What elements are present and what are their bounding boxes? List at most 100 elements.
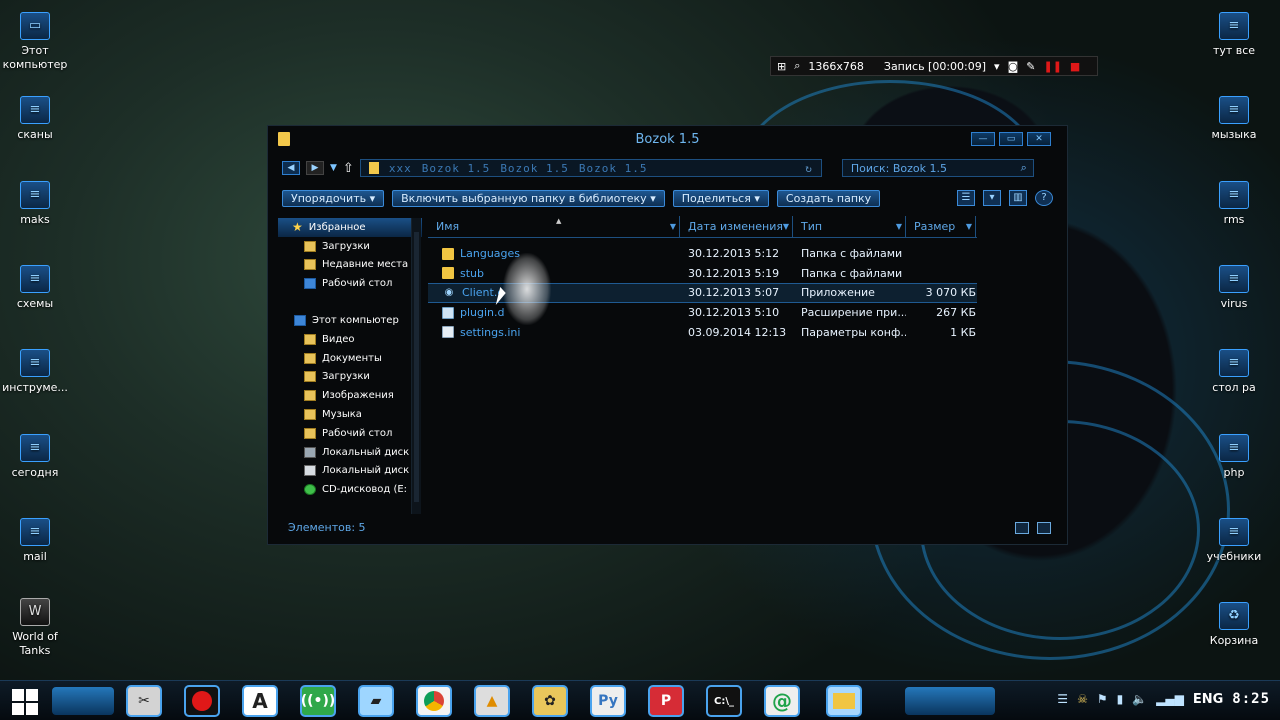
preview-pane-icon[interactable]: ▥ (1009, 190, 1027, 206)
nav-documents[interactable]: Документы (278, 349, 422, 368)
tray-skull-icon[interactable]: ☠ (1077, 692, 1088, 706)
file-type: Расширение при... (801, 306, 906, 320)
language-indicator[interactable]: ENG (1193, 692, 1223, 707)
column-type[interactable]: Тип ▼ (793, 216, 906, 237)
chevron-down-icon[interactable]: ▼ (670, 216, 676, 238)
include-library-button[interactable]: Включить выбранную папку в библиотеку ▾ (392, 189, 665, 207)
view-options-icon[interactable]: ☰ (957, 190, 975, 206)
back-button[interactable]: ◀ (282, 161, 300, 175)
taskbar-app-pinterest-icon[interactable]: P (648, 685, 684, 717)
details-view-icon[interactable] (1015, 522, 1029, 534)
volume-icon[interactable]: 🔈 (1132, 692, 1147, 706)
close-button[interactable]: ✕ (1027, 132, 1051, 146)
file-name: plugin.d (460, 306, 505, 320)
desktop-icon-php[interactable]: ≡ php (1196, 434, 1272, 480)
maximize-button[interactable]: ▭ (999, 132, 1023, 146)
move-icon[interactable]: ⊞ (777, 60, 786, 73)
up-arrow-icon[interactable]: ⇧ (343, 161, 354, 176)
flag-icon[interactable]: ⚑ (1097, 692, 1108, 706)
breadcrumb[interactable]: Bozok 1.5 (422, 162, 491, 175)
sort-arrow-icon: ▲ (556, 217, 562, 225)
table-row[interactable]: settings.ini 03.09.2014 12:13 Параметры … (428, 322, 977, 342)
taskbar-app-snipping-icon[interactable]: ✂ (126, 685, 162, 717)
nav-pc-downloads[interactable]: Загрузки (278, 368, 422, 387)
battery-icon[interactable]: ▮ (1117, 692, 1124, 706)
chevron-down-icon[interactable]: ▾ (994, 60, 1000, 73)
folder-icon: ≡ (1219, 349, 1249, 377)
address-bar[interactable]: xxx Bozok 1.5 Bozok 1.5 Bozok 1.5 ↻ (359, 159, 822, 177)
tray-menu-icon[interactable]: ☰ (1057, 692, 1068, 706)
desktop-icon-virus[interactable]: ≡ virus (1196, 265, 1272, 311)
large-icons-view-icon[interactable] (1037, 522, 1051, 534)
desktop-icon-scans[interactable]: ≡ сканы (0, 96, 73, 142)
taskbar-app-cmd-icon[interactable]: C:\_ (706, 685, 742, 717)
forward-button[interactable]: ▶ (306, 161, 324, 175)
nav-local-disk-c[interactable]: Локальный диск ( (278, 443, 422, 462)
nav-pictures[interactable]: Изображения (278, 386, 422, 405)
nav-favorites[interactable]: ★ Избранное (278, 218, 422, 237)
desktop-icon-tools[interactable]: ≡ инструме... (0, 349, 73, 395)
nav-recent-places[interactable]: Недавние места (278, 256, 422, 275)
taskbar-app-mail-agent-icon[interactable]: @ (764, 685, 800, 717)
new-folder-button[interactable]: Создать папку (776, 189, 881, 207)
organize-button[interactable]: Упорядочить ▾ (282, 189, 385, 207)
taskbar-app-avast-icon[interactable]: ▲ (474, 685, 510, 717)
share-button[interactable]: Поделиться ▾ (672, 189, 769, 207)
nav-desktop[interactable]: Рабочий стол (278, 274, 422, 293)
chevron-down-icon[interactable]: ▼ (896, 216, 902, 238)
taskbar-app-explorer-icon[interactable] (826, 685, 862, 717)
desktop-icon-today[interactable]: ≡ сегодня (0, 434, 73, 480)
column-size[interactable]: Размер ▼ (906, 216, 976, 237)
taskbar-app-filezilla-icon[interactable]: ✿ (532, 685, 568, 717)
nav-downloads[interactable]: Загрузки (278, 237, 422, 256)
taskbar-app-recorder-icon[interactable] (184, 685, 220, 717)
chevron-down-icon[interactable]: ▼ (783, 216, 789, 238)
nav-local-disk-d[interactable]: Локальный диск ( (278, 462, 422, 481)
pen-icon[interactable]: ✎ (1026, 60, 1035, 73)
desktop-icon-all-here[interactable]: ≡ тут все (1196, 12, 1272, 58)
breadcrumb[interactable]: Bozok 1.5 (500, 162, 569, 175)
pause-icon[interactable]: ❚❚ (1043, 60, 1061, 73)
desktop-icon-this-pc[interactable]: ▭ Этот компьютер (0, 12, 73, 72)
refresh-icon[interactable]: ↻ (805, 162, 813, 175)
recorder-resolution[interactable]: 1366x768 (808, 60, 864, 73)
nav-pc-desktop[interactable]: Рабочий стол (278, 424, 422, 443)
search-input[interactable]: Поиск: Bozok 1.5 ⌕ (841, 159, 1034, 177)
desktop-icon-maks[interactable]: ≡ maks (0, 181, 73, 227)
search-icon[interactable]: ⌕ (1021, 161, 1027, 175)
desktop-icon-table[interactable]: ≡ стол ра (1196, 349, 1272, 395)
zoom-icon[interactable]: ⌕ (794, 59, 800, 73)
desktop-icon-recycle-bin[interactable]: ♻ Корзина (1196, 602, 1272, 648)
desktop-icon-schemes[interactable]: ≡ схемы (0, 265, 73, 311)
taskbar-app-chrome-icon[interactable] (416, 685, 452, 717)
column-date[interactable]: Дата изменения ▼ (680, 216, 793, 237)
desktop-icon-mail[interactable]: ≡ mail (0, 518, 73, 564)
clock[interactable]: 8:25 (1232, 691, 1270, 707)
chevron-down-icon[interactable]: ▾ (983, 190, 1001, 206)
desktop-icon-textbooks[interactable]: ≡ учебники (1196, 518, 1272, 564)
minimize-button[interactable]: — (971, 132, 995, 146)
taskbar-app-python-icon[interactable]: Py (590, 685, 626, 717)
desktop-icon-rms[interactable]: ≡ rms (1196, 181, 1272, 227)
nav-music[interactable]: Музыка (278, 405, 422, 424)
scrollbar-thumb[interactable] (414, 232, 419, 502)
breadcrumb[interactable]: xxx (389, 162, 412, 175)
chevron-down-icon[interactable]: ▼ (966, 216, 972, 238)
column-name[interactable]: ▲ Имя ▼ (428, 216, 680, 237)
nav-this-pc[interactable]: Этот компьютер (278, 311, 422, 330)
nav-cd-drive[interactable]: CD-дисковод (E: (278, 480, 422, 499)
start-button[interactable] (12, 689, 38, 715)
help-icon[interactable]: ? (1035, 190, 1053, 206)
nav-scrollbar[interactable] (411, 218, 421, 514)
history-dropdown-icon[interactable]: ▼ (330, 163, 337, 173)
desktop-icon-music[interactable]: ≡ мызыка (1196, 96, 1272, 142)
breadcrumb[interactable]: Bozok 1.5 (579, 162, 648, 175)
taskbar-app-network-icon[interactable]: ((•)) (300, 685, 336, 717)
network-icon[interactable]: ▂▄▆ (1156, 692, 1184, 706)
desktop-icon-world-of-tanks[interactable]: W World of Tanks (0, 598, 73, 658)
stop-icon[interactable]: ■ (1070, 60, 1080, 73)
camera-icon[interactable]: ◙ (1008, 60, 1019, 73)
taskbar-app-notes-icon[interactable]: ▰ (358, 685, 394, 717)
taskbar-app-font-icon[interactable]: A (242, 685, 278, 717)
nav-video[interactable]: Видео (278, 330, 422, 349)
